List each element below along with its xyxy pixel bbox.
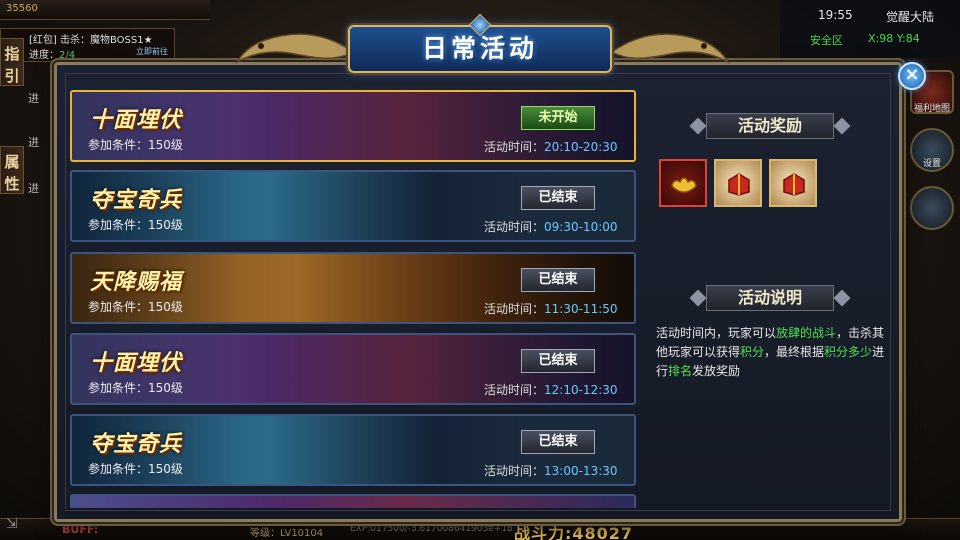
- dragon-ornament-left: [235, 33, 355, 64]
- gold-ingot-icon: [671, 177, 697, 193]
- red-gift-box-icon: [728, 173, 750, 196]
- activity-status-button[interactable]: 已结束: [521, 186, 595, 210]
- safe-zone-label: 安全区: [810, 34, 843, 47]
- buff-label: BUFF:: [62, 523, 99, 536]
- clock: 19:55: [818, 8, 853, 22]
- activity-item[interactable]: 夺宝奇兵 参加条件：150级 已结束 活动时间：09:30-10:00: [70, 170, 636, 242]
- dialog-title: 日常活动: [421, 34, 538, 63]
- exp-label: EXP:017500/-3.617008641903e+18: [350, 524, 513, 534]
- reward-section-header: 活动奖励: [686, 111, 854, 141]
- activity-time: 活动时间：13:00-13:30: [484, 464, 618, 478]
- reward-section-title: 活动奖励: [737, 116, 802, 135]
- coin-count: 35560: [6, 3, 38, 14]
- activity-time: 活动时间：12:10-12:30: [484, 383, 618, 397]
- description-section-header: 活动说明: [686, 283, 854, 313]
- quest-progress: 2/4: [59, 50, 76, 61]
- quest-title: [红包] 击杀：魔物BOSS1★: [29, 35, 153, 46]
- settings-button[interactable]: 设置: [910, 128, 954, 172]
- level-label: 等级：LV10104: [250, 528, 324, 539]
- game-screen: 35560 [红包] 击杀：魔物BOSS1★ 进度：2/4 立即前往 指引 属性…: [0, 0, 960, 540]
- tab-guide[interactable]: 指引: [0, 38, 24, 86]
- coordinates: X:98 Y:84: [868, 32, 920, 45]
- red-gift-box-icon: [783, 173, 805, 196]
- activity-condition: 参加条件：150级: [88, 462, 183, 476]
- activity-name: 十面埋伏: [90, 351, 183, 376]
- dialog-title-plate: 日常活动: [348, 13, 612, 73]
- activity-name: 夺宝奇兵: [90, 188, 183, 213]
- activity-description: 活动时间内，玩家可以放肆的战斗，击杀其他玩家可以获得积分，最终根据积分多少进行排…: [656, 326, 885, 378]
- activity-name: 十面埋伏: [90, 108, 183, 133]
- zone-name: 觉醒大陆: [886, 10, 935, 24]
- quest-goto-link[interactable]: 立即前往: [136, 46, 168, 57]
- activity-status-button[interactable]: 已结束: [521, 430, 595, 454]
- activity-condition: 参加条件：150级: [88, 300, 183, 314]
- activity-item[interactable]: 十面埋伏 参加条件：150级 未开始 活动时间：20:10-20:30: [70, 90, 636, 162]
- activity-time: 活动时间：09:30-10:00: [484, 220, 618, 234]
- combat-power: 战斗力:48027: [514, 524, 634, 540]
- expand-icon[interactable]: ⇲: [6, 516, 26, 534]
- activity-status-button[interactable]: 未开始: [521, 106, 595, 130]
- reward-slot[interactable]: [659, 159, 707, 207]
- reward-slot[interactable]: [769, 159, 817, 207]
- currency-bar: 35560: [0, 0, 210, 20]
- close-button[interactable]: ×: [898, 62, 926, 90]
- activity-name: 夺宝奇兵: [90, 432, 183, 457]
- activity-item-partial[interactable]: [70, 494, 636, 508]
- activity-item[interactable]: 十面埋伏 参加条件：150级 已结束 活动时间：12:10-12:30: [70, 333, 636, 405]
- activity-item[interactable]: 天降赐福 参加条件：150级 已结束 活动时间：11:30-11:50: [70, 252, 636, 324]
- status-panel: 19:55 觉醒大陆 安全区 X:98 Y:84: [780, 0, 960, 58]
- gem-ornament-icon: [468, 13, 492, 37]
- quest-tracker[interactable]: [红包] 击杀：魔物BOSS1★ 进度：2/4 立即前往: [0, 28, 175, 62]
- activity-list[interactable]: 十面埋伏 参加条件：150级 未开始 活动时间：20:10-20:30 夺宝奇兵…: [70, 90, 636, 508]
- more-button[interactable]: [910, 186, 954, 230]
- activity-banner-image: [72, 496, 634, 508]
- activity-status-button[interactable]: 已结束: [521, 349, 595, 373]
- tab-attributes[interactable]: 属性: [0, 146, 24, 194]
- quest-progress-line: 进度：2/4: [29, 50, 76, 61]
- reward-slot[interactable]: [714, 159, 762, 207]
- description-section-title: 活动说明: [737, 288, 802, 307]
- activity-item[interactable]: 夺宝奇兵 参加条件：150级 已结束 活动时间：13:00-13:30: [70, 414, 636, 486]
- activity-condition: 参加条件：150级: [88, 138, 183, 152]
- activity-condition: 参加条件：150级: [88, 381, 183, 395]
- activity-time: 活动时间：20:10-20:30: [484, 140, 618, 154]
- activity-time: 活动时间：11:30-11:50: [484, 302, 618, 316]
- activity-name: 天降赐福: [90, 270, 183, 295]
- activity-condition: 参加条件：150级: [88, 218, 183, 232]
- dragon-ornament-right: [610, 33, 730, 64]
- activity-status-button[interactable]: 已结束: [521, 268, 595, 292]
